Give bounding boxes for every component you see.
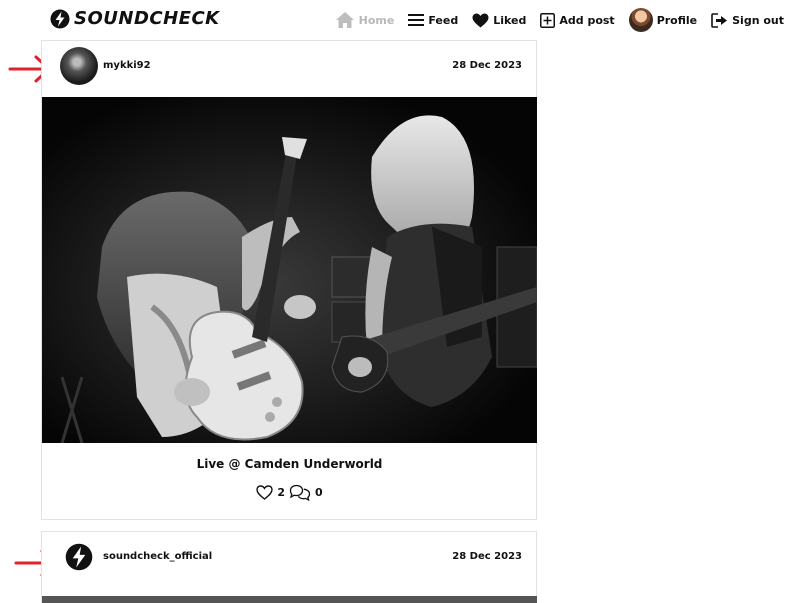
post-username[interactable]: mykki92 <box>103 60 151 71</box>
like-count: 2 <box>277 486 285 499</box>
menu-icon <box>408 14 425 26</box>
post-username[interactable]: soundcheck_official <box>103 551 212 562</box>
nav-feed-label: Feed <box>428 13 459 27</box>
heart-icon <box>472 13 489 27</box>
bolt-logo-icon <box>65 543 93 571</box>
user-avatar[interactable] <box>60 47 98 85</box>
profile-avatar <box>628 8 653 32</box>
brand-name: SOUNDCHECK <box>74 8 220 29</box>
plus-square-icon <box>540 12 556 28</box>
nav-liked-label: Liked <box>493 13 527 27</box>
nav-home[interactable]: Home <box>335 11 395 29</box>
nav-sign-out-label: Sign out <box>732 13 784 27</box>
post-date: 28 Dec 2023 <box>452 551 522 562</box>
nav-sign-out[interactable]: Sign out <box>711 12 784 28</box>
bolt-logo-icon <box>50 9 70 28</box>
comments-icon <box>289 484 311 501</box>
post-header: mykki92 28 Dec 2023 <box>42 41 536 96</box>
post-caption: Live @ Camden Underworld <box>196 457 383 471</box>
nav-add-post-label: Add post <box>559 13 615 27</box>
comment-button[interactable]: 0 <box>289 484 323 501</box>
nav-links: Home Feed Liked Add post Profile Sign ou… <box>335 6 784 34</box>
home-icon <box>335 12 354 28</box>
nav-home-label: Home <box>358 13 395 27</box>
post-date: 28 Dec 2023 <box>452 60 522 71</box>
user-avatar[interactable] <box>60 538 98 576</box>
nav-liked[interactable]: Liked <box>472 13 526 28</box>
nav-profile[interactable]: Profile <box>628 8 698 32</box>
brand-logo[interactable]: SOUNDCHECK <box>50 8 220 29</box>
nav-profile-label: Profile <box>656 13 698 27</box>
like-button[interactable]: 2 <box>256 485 285 500</box>
post-image[interactable] <box>42 596 537 603</box>
nav-add-post[interactable]: Add post <box>540 12 615 28</box>
post-image[interactable] <box>42 97 537 443</box>
sign-out-icon <box>711 12 728 28</box>
heart-outline-icon <box>256 485 274 500</box>
concert-photo <box>42 97 537 443</box>
post-stats: 2 0 <box>42 484 537 501</box>
post-card: soundcheck_official 28 Dec 2023 <box>41 531 537 603</box>
comment-count: 0 <box>315 486 323 499</box>
post-card: mykki92 28 Dec 2023 Live @ Camden Underw… <box>41 40 537 520</box>
navbar: SOUNDCHECK Home Feed Liked Add post Prof… <box>0 0 806 40</box>
post-header: soundcheck_official 28 Dec 2023 <box>42 532 536 587</box>
nav-feed[interactable]: Feed <box>408 13 458 27</box>
